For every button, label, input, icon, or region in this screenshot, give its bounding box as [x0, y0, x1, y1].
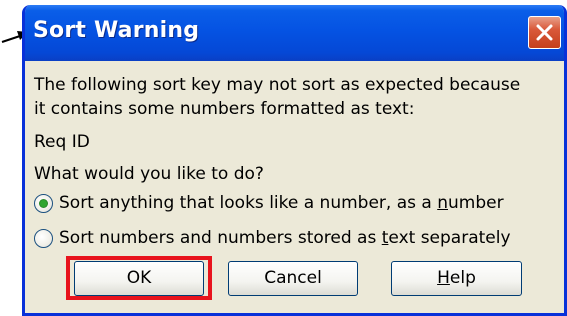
sort-key-name: Req ID [34, 132, 90, 152]
cancel-button[interactable]: Cancel [228, 261, 358, 296]
ok-button-highlight-annotation [66, 256, 212, 300]
option-label: Sort anything that looks like a number, … [59, 193, 504, 213]
radio-button[interactable] [34, 228, 53, 248]
close-icon [536, 24, 553, 41]
option-label: Sort numbers and numbers stored as text … [59, 228, 511, 248]
question-text: What would you like to do? [34, 164, 264, 184]
option-sort-separately[interactable]: Sort numbers and numbers stored as text … [34, 226, 511, 250]
title-bar[interactable]: Sort Warning [25, 5, 564, 61]
close-button[interactable] [528, 16, 561, 49]
dialog-title: Sort Warning [33, 18, 200, 43]
option-sort-as-number[interactable]: Sort anything that looks like a number, … [34, 191, 504, 215]
sort-warning-dialog: Sort Warning The following sort key may … [22, 5, 567, 316]
message-line-2: it contains some numbers formatted as te… [34, 99, 415, 119]
help-button[interactable]: Help [391, 261, 522, 296]
radio-button-checked[interactable] [34, 193, 53, 213]
message-line-1: The following sort key may not sort as e… [34, 75, 521, 95]
